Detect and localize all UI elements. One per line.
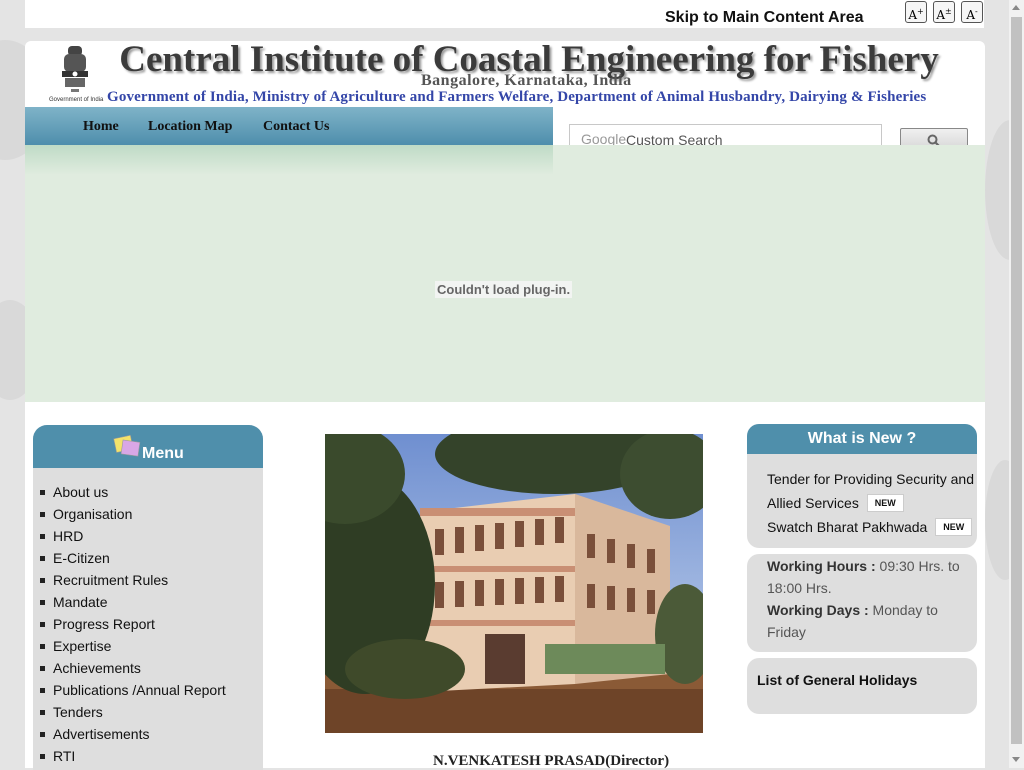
ministry-line: Government of India, Ministry of Agricul…: [107, 89, 927, 105]
font-button-mark: -: [974, 7, 978, 16]
font-button-label: A: [936, 8, 945, 22]
working-hours-panel: Working Hours : 09:30 Hrs. to 18:00 Hrs.…: [747, 554, 977, 652]
nav-contact-us[interactable]: Contact Us: [263, 119, 330, 135]
main-content: Menu About us Organisation HRD E-Citizen…: [25, 402, 985, 770]
whats-new-title: What is New ?: [747, 424, 977, 454]
menu-item-organisation[interactable]: Organisation: [33, 506, 226, 528]
page-scrollbar[interactable]: [1009, 0, 1024, 768]
scroll-thumb[interactable]: [1011, 17, 1022, 744]
menu-item-recruitment-rules[interactable]: Recruitment Rules: [33, 572, 226, 594]
site-location: Bangalore, Karnataka, India: [421, 72, 632, 89]
notes-icon: [113, 434, 141, 457]
plugin-area[interactable]: Couldn't load plug-in.: [25, 145, 985, 402]
sidebar-menu: Menu About us Organisation HRD E-Citizen…: [33, 425, 263, 770]
emblem-caption: Government of India: [49, 97, 104, 103]
site-header: Government of India Central Institute of…: [25, 39, 985, 107]
skip-to-content-link[interactable]: Skip to Main Content Area: [665, 9, 864, 27]
nav-home[interactable]: Home: [83, 119, 119, 135]
menu-title: Menu: [142, 445, 184, 462]
news-item[interactable]: Swatch Bharat Pakhwada NEW: [767, 515, 973, 539]
font-button-mark: +: [916, 7, 924, 16]
font-button-label: A: [966, 8, 975, 22]
font-button-mark: ±: [944, 7, 952, 16]
new-badge: NEW: [866, 494, 904, 512]
working-days: Working Days : Monday to Friday: [767, 599, 967, 643]
nav-location-map[interactable]: Location Map: [148, 119, 232, 135]
general-holidays-link[interactable]: List of General Holidays: [757, 672, 917, 688]
working-hours-label: Working Hours :: [767, 558, 876, 574]
menu-item-e-citizen[interactable]: E-Citizen: [33, 550, 226, 572]
new-badge: NEW: [935, 518, 973, 536]
main-nav: Home Location Map Contact Us: [25, 107, 553, 146]
scroll-down-arrow-icon[interactable]: [1012, 757, 1020, 762]
director-caption: N.VENKATESH PRASAD(Director): [433, 753, 670, 769]
campus-building-photo: [325, 434, 703, 733]
menu-header: Menu: [33, 425, 263, 468]
holidays-panel: List of General Holidays: [747, 658, 977, 714]
font-button-label: A: [908, 8, 917, 22]
plugin-error-message: Couldn't load plug-in.: [435, 281, 573, 298]
menu-list: About us Organisation HRD E-Citizen Recr…: [33, 484, 226, 770]
menu-item-expertise[interactable]: Expertise: [33, 638, 226, 660]
font-increase-button[interactable]: A+: [905, 1, 927, 23]
plugin-shade: [25, 145, 553, 175]
menu-item-mandate[interactable]: Mandate: [33, 594, 226, 616]
menu-item-progress-report[interactable]: Progress Report: [33, 616, 226, 638]
menu-item-tenders[interactable]: Tenders: [33, 704, 226, 726]
font-reset-button[interactable]: A±: [933, 1, 955, 23]
news-item-label[interactable]: Swatch Bharat Pakhwada: [767, 519, 927, 535]
utility-bar: Skip to Main Content Area A+ A± A-: [25, 0, 984, 28]
font-decrease-button[interactable]: A-: [961, 1, 983, 23]
working-hours: Working Hours : 09:30 Hrs. to 18:00 Hrs.: [767, 555, 967, 599]
news-item[interactable]: Tender for Providing Security and Allied…: [767, 467, 977, 515]
menu-item-about-us[interactable]: About us: [33, 484, 226, 506]
scroll-up-arrow-icon[interactable]: [1012, 5, 1020, 10]
menu-item-rti[interactable]: RTI: [33, 748, 226, 770]
working-days-label: Working Days :: [767, 602, 869, 618]
menu-item-achievements[interactable]: Achievements: [33, 660, 226, 682]
whats-new-panel: What is New ? Tender for Providing Secur…: [747, 424, 977, 548]
menu-item-hrd[interactable]: HRD: [33, 528, 226, 550]
menu-item-advertisements[interactable]: Advertisements: [33, 726, 226, 748]
menu-item-publications[interactable]: Publications /Annual Report: [33, 682, 226, 704]
